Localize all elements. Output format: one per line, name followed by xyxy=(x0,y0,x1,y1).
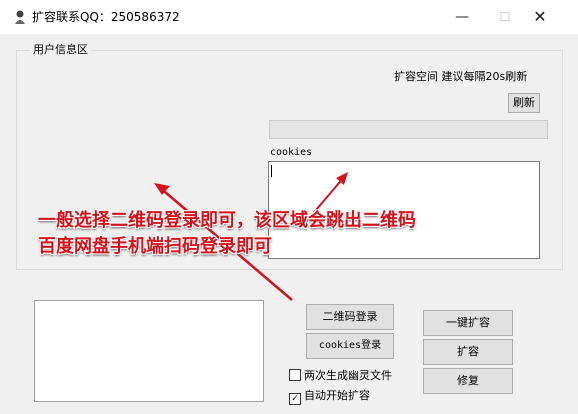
annotation-line-2: 百度网盘手机端扫码登录即可 xyxy=(38,236,272,257)
annotation-arrows xyxy=(154,172,348,301)
annotation-line-1: 一般选择二维码登录即可，该区域会跳出二维码 xyxy=(38,210,416,231)
